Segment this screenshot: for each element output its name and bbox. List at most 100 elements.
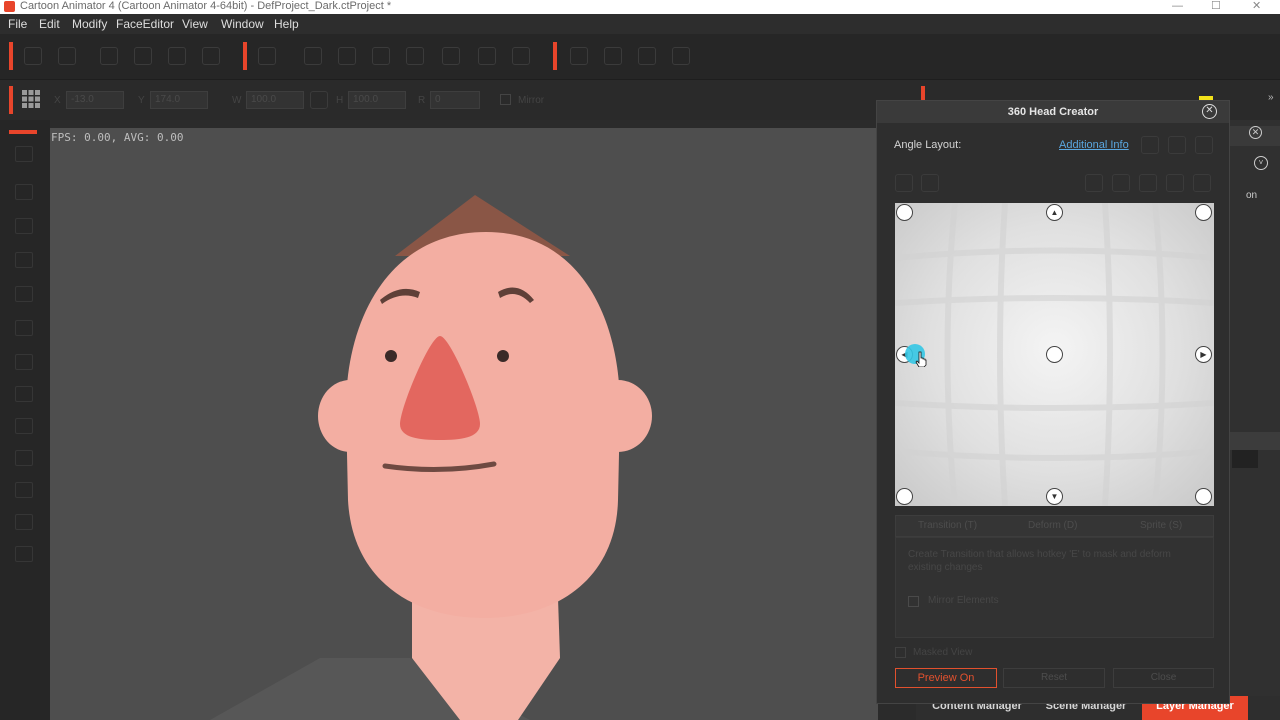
sidebar-tool-icon[interactable] [15,286,33,302]
sidebar-tool-icon[interactable] [15,218,33,234]
toolbar-section-marker [243,42,247,70]
mirror-checkbox[interactable] [500,94,511,105]
sprite-tool-icon[interactable] [304,47,322,65]
angle-handle-top[interactable]: ▲ [1046,204,1063,221]
angle-handle-right[interactable]: ▶ [1195,346,1212,363]
reset-button[interactable]: Reset [1003,668,1105,688]
preview-on-button[interactable]: Preview On [895,668,997,688]
w-label: W [232,95,242,106]
sidebar-tool-icon[interactable] [15,184,33,200]
masked-view-label: Masked View [913,647,973,658]
select-tool-icon[interactable] [100,47,118,65]
angle-layout-label: Angle Layout: [894,139,962,151]
mouth-tool-icon[interactable] [442,47,460,65]
menu-help[interactable]: Help [274,17,299,31]
sidebar-tool-icon[interactable] [15,354,33,370]
h-field[interactable]: 100.0 [348,91,406,109]
move-tool-icon[interactable] [604,47,622,65]
angle-tool-icon[interactable] [1193,174,1211,192]
head-tool-icon[interactable] [372,47,390,65]
sidebar-tool-icon[interactable] [15,418,33,434]
title-bar: Cartoon Animator 4 (Cartoon Animator 4-6… [0,0,1280,14]
sidebar-tool-icon[interactable] [15,514,33,530]
settings-tool-icon[interactable] [512,47,530,65]
angle-tool-icon[interactable] [1139,174,1157,192]
hand-cursor-icon [915,351,927,367]
sidebar-tool-icon[interactable] [15,146,33,162]
angle-tool-icon[interactable] [1085,174,1103,192]
save-icon[interactable] [1168,136,1186,154]
angle-tool-icon[interactable] [1166,174,1184,192]
panel-collapse-icon[interactable]: ˅ [1254,156,1268,170]
sidebar-tool-icon[interactable] [15,252,33,268]
home-tool-icon[interactable] [672,47,690,65]
tab-transition[interactable]: Transition (T) [918,520,977,531]
angle-handle-bottom-right[interactable] [1195,488,1212,505]
masked-view-checkbox[interactable] [895,647,906,658]
menu-view[interactable]: View [182,17,208,31]
redo-icon[interactable] [58,47,76,65]
r-field[interactable]: 0 [430,91,480,109]
menu-file[interactable]: File [8,17,27,31]
edit-tool-icon[interactable] [202,47,220,65]
toolbar-section-marker [9,86,13,114]
body-tool-icon[interactable] [338,47,356,65]
bone-tool-icon[interactable] [168,47,186,65]
lock-ratio-icon[interactable] [310,91,328,109]
panel-close-icon[interactable]: ✕ [1249,126,1262,139]
tab-sprite[interactable]: Sprite (S) [1140,520,1182,531]
dialog-close-icon[interactable]: ✕ [1202,104,1217,119]
main-toolbar [0,34,1280,80]
y-field[interactable]: 174.0 [150,91,208,109]
sidebar-tool-icon[interactable] [15,386,33,402]
maximize-icon[interactable]: ☐ [1211,0,1221,12]
add-angle-icon[interactable] [895,174,913,192]
menu-modify[interactable]: Modify [72,17,107,31]
minimize-icon[interactable]: — [1172,0,1183,12]
angle-handle-center[interactable] [1046,346,1063,363]
rotate-tool-icon[interactable] [638,47,656,65]
additional-info-link[interactable]: Additional Info [1059,139,1129,151]
tab-deform[interactable]: Deform (D) [1028,520,1077,531]
character-tool-icon[interactable] [258,47,276,65]
x-field[interactable]: -13.0 [66,91,124,109]
arrow-up-icon: ▲ [1050,208,1059,217]
panel-partial-label: on [1246,190,1258,201]
angle-handle-bottom-left[interactable] [896,488,913,505]
close-button[interactable]: Close [1113,668,1214,688]
puppet-tool-icon[interactable] [570,47,588,65]
angle-handle-bottom[interactable]: ▼ [1046,488,1063,505]
menu-edit[interactable]: Edit [39,17,60,31]
arrow-right-icon: ▶ [1200,350,1207,359]
sidebar-tool-icon[interactable] [15,482,33,498]
sidebar-tool-icon[interactable] [15,450,33,466]
menu-window[interactable]: Window [221,17,264,31]
sidebar-marker [9,130,37,134]
menu-face-editor[interactable]: FaceEditor [116,17,174,31]
fit-angle-icon[interactable] [921,174,939,192]
angle-handle-top-left[interactable] [896,204,913,221]
toolbar-section-marker [553,42,557,70]
layer-row-selected[interactable] [1228,432,1280,450]
close-window-icon[interactable]: ✕ [1252,0,1261,12]
overflow-icon[interactable]: » [1268,92,1274,103]
stage-viewport[interactable]: FPS: 0.00, AVG: 0.00 [50,128,878,720]
face-tool-icon[interactable] [406,47,424,65]
mode-tabs: Transition (T) Deform (D) Sprite (S) [895,515,1214,537]
angle-tool-icon[interactable] [1112,174,1130,192]
grid-icon[interactable] [22,90,40,108]
character-head[interactable] [50,128,878,720]
load-icon[interactable] [1195,136,1213,154]
transform-tool-icon[interactable] [134,47,152,65]
w-field[interactable]: 100.0 [246,91,304,109]
undo-icon[interactable] [24,47,42,65]
angle-handle-top-right[interactable] [1195,204,1212,221]
refresh-icon[interactable] [1141,136,1159,154]
mirror-elements-checkbox[interactable] [908,596,919,607]
toolbar-section-marker [9,42,13,70]
layout-tool-icon[interactable] [478,47,496,65]
layer-row[interactable] [1232,450,1258,468]
sidebar-tool-icon[interactable] [15,320,33,336]
angle-pad[interactable]: ▲ ◀ ▶ ▼ [895,203,1214,506]
sidebar-tool-icon[interactable] [15,546,33,562]
